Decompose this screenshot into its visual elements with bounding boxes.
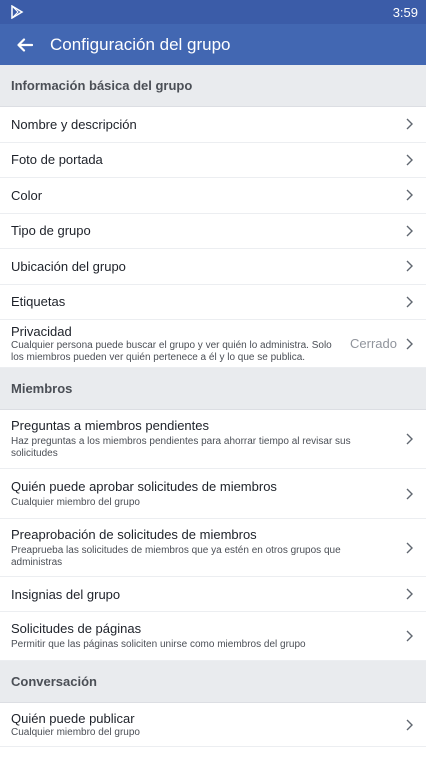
row-who-can-approve[interactable]: Quién puede aprobar solicitudes de miemb…: [0, 469, 426, 519]
row-label: Privacidad: [11, 323, 72, 339]
chevron-right-icon: [406, 588, 413, 600]
row-subtitle: Cualquier miembro del grupo: [11, 726, 140, 738]
app-bar: Configuración del grupo: [0, 24, 426, 65]
row-subtitle: Cualquier miembro del grupo: [11, 496, 140, 508]
chevron-right-icon: [406, 433, 413, 445]
row-page-requests[interactable]: Solicitudes de páginas Permitir que las …: [0, 612, 426, 661]
row-preapproval[interactable]: Preaprobación de solicitudes de miembros…: [0, 519, 426, 577]
row-label: Preguntas a miembros pendientes: [11, 418, 210, 433]
row-subtitle: Haz preguntas a los miembros pendientes …: [11, 436, 351, 459]
row-pending-member-questions[interactable]: Preguntas a miembros pendientes Haz preg…: [0, 410, 426, 469]
chevron-right-icon: [406, 719, 413, 730]
row-privacy[interactable]: Privacidad Cualquier persona puede busca…: [0, 320, 426, 368]
back-button[interactable]: [0, 24, 50, 65]
row-tags[interactable]: Etiquetas: [0, 284, 426, 320]
status-bar: 3:59: [0, 0, 426, 24]
row-label: Nombre y descripción: [11, 116, 137, 132]
chevron-right-icon: [406, 260, 413, 272]
row-cover-photo[interactable]: Foto de portada: [0, 142, 426, 178]
row-group-type[interactable]: Tipo de grupo: [0, 213, 426, 249]
row-subtitle: Preaprueba las solicitudes de miembros q…: [11, 544, 341, 568]
row-label: Etiquetas: [11, 294, 66, 310]
chevron-right-icon: [406, 296, 413, 308]
page-title: Configuración del grupo: [50, 34, 231, 54]
play-store-icon: [11, 5, 24, 19]
row-color[interactable]: Color: [0, 178, 426, 214]
chevron-right-icon: [406, 630, 413, 642]
chevron-right-icon: [406, 542, 413, 553]
row-label: Quién puede publicar: [11, 710, 135, 726]
row-who-can-post[interactable]: Quién puede publicar Cualquier miembro d…: [0, 703, 426, 747]
row-label: Foto de portada: [11, 152, 103, 168]
row-name-description[interactable]: Nombre y descripción: [0, 107, 426, 143]
chevron-right-icon: [406, 154, 413, 166]
row-label: Preaprobación de solicitudes de miembros: [11, 526, 257, 542]
row-subtitle: Cualquier persona puede buscar el grupo …: [11, 339, 332, 363]
arrow-left-icon: [17, 37, 33, 52]
clock: 3:59: [392, 4, 418, 20]
section-header-members: Miembros: [0, 368, 426, 410]
row-label: Quién puede aprobar solicitudes de miemb…: [11, 478, 277, 494]
row-label: Solicitudes de páginas: [11, 621, 142, 636]
chevron-right-icon: [406, 338, 413, 349]
row-group-location[interactable]: Ubicación del grupo: [0, 249, 426, 285]
chevron-right-icon: [406, 488, 413, 499]
row-label: Tipo de grupo: [11, 223, 91, 239]
chevron-right-icon: [406, 225, 413, 237]
row-group-badges[interactable]: Insignias del grupo: [0, 577, 426, 612]
section-header-basic-info: Información básica del grupo: [0, 65, 426, 107]
row-label: Ubicación del grupo: [11, 258, 126, 274]
row-label: Color: [11, 187, 43, 203]
privacy-value: Cerrado: [350, 336, 397, 351]
row-label: Insignias del grupo: [11, 586, 121, 602]
row-subtitle: Permitir que las páginas soliciten unirs…: [11, 639, 306, 650]
chevron-right-icon: [406, 189, 413, 201]
chevron-right-icon: [406, 118, 413, 130]
section-header-conversation: Conversación: [0, 661, 426, 703]
